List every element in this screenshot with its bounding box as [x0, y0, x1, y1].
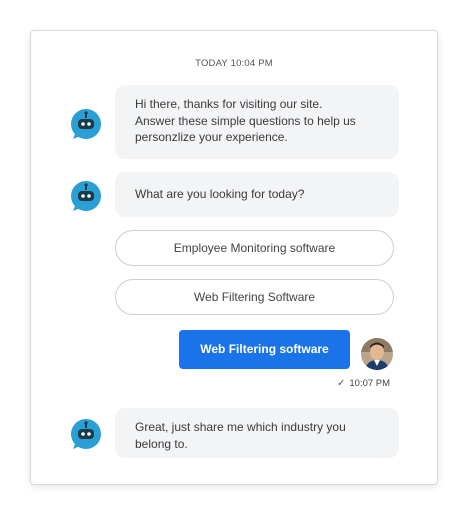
message-line: Answer these simple questions to help us	[135, 113, 356, 128]
sent-time-label: 10:07 PM	[349, 378, 391, 389]
chatbot-icon	[69, 417, 103, 451]
option-button[interactable]: Web Filtering Software	[115, 279, 394, 315]
message-line: personzlize your experience.	[135, 130, 288, 144]
message-line: Hi there, thanks for visiting our site.	[135, 97, 323, 111]
option-button[interactable]: Employee Monitoring software	[115, 230, 394, 266]
bot-message: Great, just share me which industry you …	[115, 408, 399, 458]
message-time: ✓ 10:07 PM	[337, 378, 390, 389]
user-avatar	[361, 338, 393, 370]
bot-message: What are you looking for today?	[115, 172, 399, 217]
message-line: belong to.	[135, 436, 188, 451]
chat-timestamp: TODAY 10:04 PM	[195, 58, 273, 69]
bot-message: Hi there, thanks for visiting our site. …	[115, 85, 399, 159]
chat-window: TODAY 10:04 PM Hi there, thanks for visi…	[30, 30, 438, 485]
user-message: Web Filtering software	[179, 330, 350, 369]
chatbot-icon	[69, 179, 103, 213]
checkmark-icon: ✓	[337, 378, 346, 389]
chatbot-icon	[69, 107, 103, 141]
message-line: What are you looking for today?	[135, 187, 305, 201]
message-line: Great, just share me which industry you	[135, 420, 346, 434]
